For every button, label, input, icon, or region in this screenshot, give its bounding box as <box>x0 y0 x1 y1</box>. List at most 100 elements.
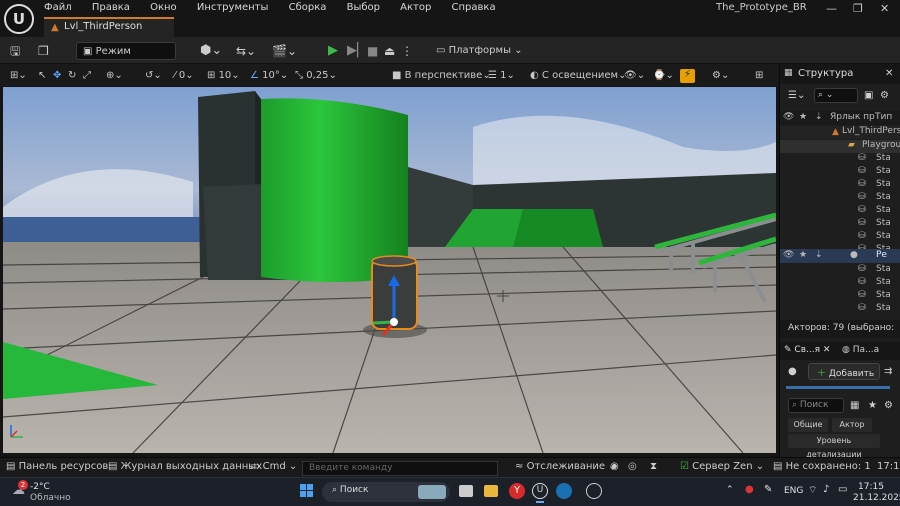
tab-details[interactable]: ✎ Св...я ✕ <box>784 345 830 355</box>
mode-dropdown[interactable]: ▣ Режим «Выбор» ⌄ <box>76 42 176 75</box>
menu-build[interactable]: Сборка <box>289 2 327 13</box>
camera-speed-dropdown[interactable]: ☰ 1⌄ <box>488 68 515 83</box>
settings-icon[interactable]: ⚙ <box>884 400 893 411</box>
snap-icon[interactable]: ⁄ 0⌄ <box>174 68 194 83</box>
details-search[interactable]: ⌕ Поиск <box>788 398 844 413</box>
settings-icon[interactable]: ⚙⌄ <box>712 68 729 83</box>
restore-icon[interactable]: ❐ <box>853 2 863 15</box>
clock-time[interactable]: 17:15 <box>858 482 884 492</box>
grid-snap-icon[interactable]: ⊞ 10⌄ <box>207 68 240 83</box>
source-control-button[interactable]: 17:15 <box>877 461 900 472</box>
list-item[interactable]: ⛁ Sta <box>780 231 900 244</box>
record-icon[interactable]: ◎ <box>628 461 637 472</box>
camera-icon[interactable]: ◉ <box>610 461 619 472</box>
cinematics-icon[interactable]: 🎬⌄ <box>272 42 297 60</box>
performance-icon[interactable]: ⌚⌄ <box>653 68 674 83</box>
menu-help[interactable]: Справка <box>452 2 496 13</box>
visibility-icon[interactable]: 👁 <box>783 112 794 122</box>
language-indicator[interactable]: ENG <box>784 486 803 496</box>
windows-start-icon[interactable] <box>300 484 314 498</box>
list-item[interactable]: ⛁ Sta <box>780 179 900 192</box>
add-component-button[interactable]: ＋ Добавить <box>808 363 880 380</box>
translate-tool-icon[interactable]: ✥ <box>53 68 61 83</box>
list-item[interactable]: ⛁ Sta <box>780 218 900 231</box>
taskbar-search[interactable]: ⌕ Поиск <box>322 482 450 502</box>
show-flags-icon[interactable]: 👁⌄ <box>624 68 645 83</box>
viewport-menu-icon[interactable]: ⊞⌄ <box>10 68 27 83</box>
menu-actor[interactable]: Актор <box>400 2 431 13</box>
surface-snap-icon[interactable]: ↺⌄ <box>145 68 162 83</box>
list-item[interactable]: ▲Lvl_ThirdPerson <box>780 126 900 139</box>
outliner-tab[interactable]: ▦ Структура ✕ <box>780 64 900 84</box>
select-tool-icon[interactable]: ↖ <box>38 68 46 83</box>
list-item[interactable]: ⛁ Sta <box>780 205 900 218</box>
save-icon[interactable]: 🖫 <box>10 42 20 60</box>
tab-world-settings[interactable]: ◍ Па...а <box>842 345 879 355</box>
app-icon[interactable] <box>586 483 602 499</box>
list-item[interactable]: ⛁ Sta <box>780 277 900 290</box>
list-item[interactable]: ⛁ Sta <box>780 303 900 316</box>
menu-edit[interactable]: Правка <box>92 2 130 13</box>
play-button[interactable]: ▶ <box>328 42 338 60</box>
trace-dropdown[interactable]: ≈ Отслеживание ⌄ <box>515 461 617 472</box>
menu-file[interactable]: Файл <box>44 2 72 13</box>
list-item[interactable]: ⛁ Sta <box>780 166 900 179</box>
tray-pen-icon[interactable]: ✎ <box>764 484 772 495</box>
file-explorer-icon[interactable] <box>484 485 498 497</box>
scale-tool-icon[interactable]: ⤢ <box>83 68 91 83</box>
output-log-button[interactable]: ▤ Журнал выходных данных <box>108 461 262 472</box>
unreal-engine-icon[interactable]: U <box>532 483 548 499</box>
list-item[interactable]: ▰ Playground <box>780 140 900 153</box>
realtime-icon[interactable]: ⚡ <box>680 69 695 83</box>
hourglass-icon[interactable]: ⧗ <box>650 461 657 472</box>
star-icon[interactable]: ★ <box>868 400 877 411</box>
tray-app-icon[interactable]: ● <box>745 484 754 495</box>
filter-lod-button[interactable]: Уровень детализации <box>788 434 880 459</box>
gizmo-center[interactable] <box>390 318 398 326</box>
content-browser-button[interactable]: ▤ Панель ресурсов <box>6 461 108 472</box>
lighting-dropdown[interactable]: ◐ С освещением⌄ <box>530 68 626 83</box>
layout-icon[interactable]: ⊞ <box>755 68 763 83</box>
visibility-icon[interactable]: 👁 <box>783 250 794 260</box>
pin-icon[interactable]: ⇣ <box>815 112 823 122</box>
list-item[interactable]: ⛁ Sta <box>780 192 900 205</box>
battery-icon[interactable]: ▭ <box>838 484 847 495</box>
close-icon[interactable]: ✕ <box>880 2 889 15</box>
server-dropdown[interactable]: ☑ Сервер Zen ⌄ <box>680 461 764 472</box>
close-icon[interactable]: ✕ <box>885 68 893 79</box>
step-button[interactable]: ▶▏ <box>347 42 367 60</box>
menu-select[interactable]: Выбор <box>347 2 380 13</box>
filter-actor-button[interactable]: Актор <box>832 418 872 432</box>
scale-snap-icon[interactable]: ⤡ 0,25⌄ <box>295 68 337 83</box>
more-icon[interactable]: ⋮ <box>401 42 413 60</box>
stop-button[interactable]: ■ <box>367 42 378 60</box>
menu-window[interactable]: Окно <box>150 2 177 13</box>
volume-icon[interactable]: ♪ <box>823 484 829 495</box>
list-item[interactable]: ⛁ Sta <box>780 290 900 303</box>
filter-icon[interactable]: ☰⌄ <box>788 90 805 101</box>
settings-icon[interactable]: ⚙ <box>880 90 889 101</box>
list-item[interactable]: ⛁ Sta <box>780 153 900 166</box>
world-space-icon[interactable]: ⊕⌄ <box>106 68 123 83</box>
yandex-browser-icon[interactable]: Y <box>509 483 525 499</box>
blueprint-icon[interactable]: ⇉ <box>884 366 892 377</box>
clock-date[interactable]: 21.12.2025 <box>853 493 900 503</box>
filter-general-button[interactable]: Общие <box>788 418 828 432</box>
console-input[interactable]: Введите команду <box>302 461 498 476</box>
content-icon[interactable]: ❐ <box>38 42 49 60</box>
cmd-dropdown[interactable]: ▭ Cmd ⌄ <box>250 461 297 472</box>
outliner-search[interactable]: ⌕ ⌄ <box>814 88 858 103</box>
perspective-dropdown[interactable]: ■ В перспективе⌄ <box>392 68 491 83</box>
pin-icon[interactable]: ⇣ <box>815 250 823 260</box>
rotate-tool-icon[interactable]: ↻ <box>68 68 76 83</box>
tab-level[interactable]: ▲ Lvl_ThirdPerson <box>44 17 174 37</box>
star-icon[interactable]: ★ <box>799 250 807 260</box>
unsaved-button[interactable]: ▤ Не сохранено: 1 <box>773 461 871 472</box>
level-viewport[interactable] <box>3 87 776 453</box>
launch-icon[interactable]: ⏏ <box>384 42 395 60</box>
grid-view-icon[interactable]: ▦ <box>850 400 859 411</box>
column-label[interactable]: Ярлык пр <box>830 112 875 122</box>
unreal-logo-icon[interactable]: U <box>4 4 34 34</box>
rotation-snap-icon[interactable]: ∠ 10°⌄ <box>250 68 288 83</box>
blueprint-icon[interactable]: ⇆⌄ <box>236 42 256 60</box>
